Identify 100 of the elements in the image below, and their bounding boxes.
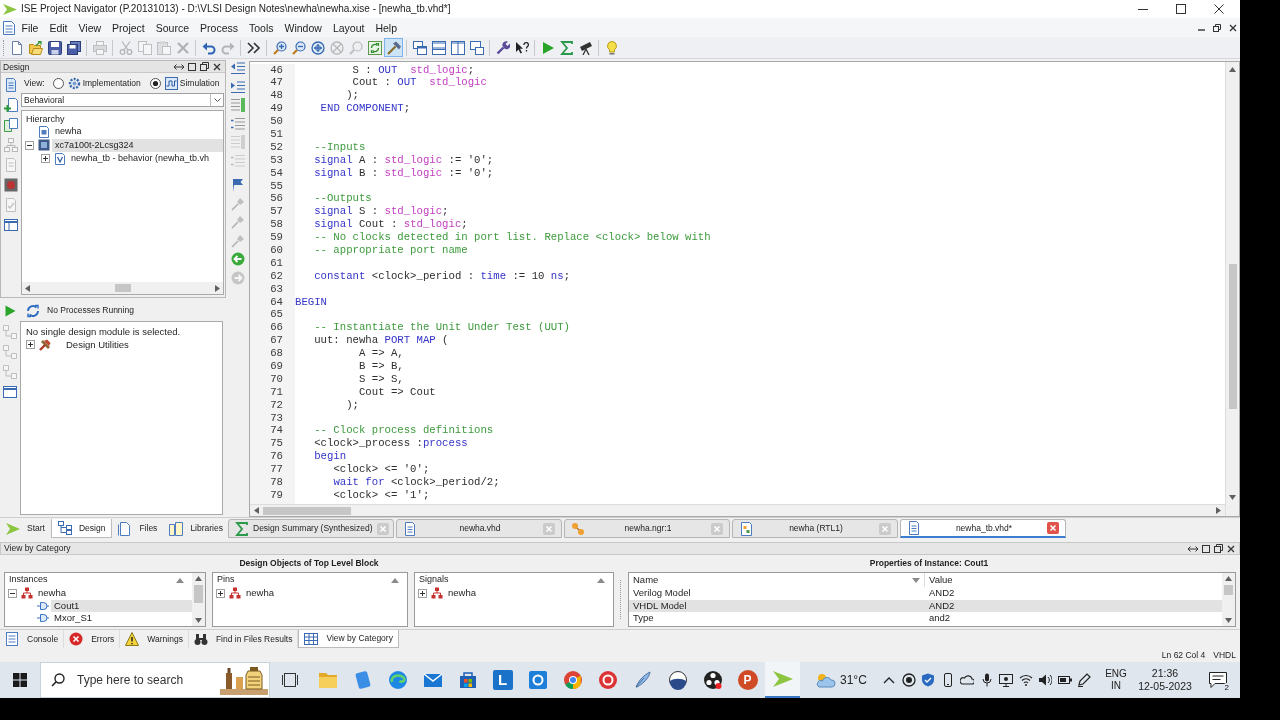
tree-item[interactable]: Mxor_S1	[51, 612, 92, 625]
column-header[interactable]: Signals	[419, 573, 449, 587]
microphone-icon[interactable]	[979, 673, 994, 687]
monitor-icon[interactable]	[999, 673, 1014, 687]
restore-icon[interactable]	[1214, 544, 1223, 553]
column-header[interactable]: Instances	[9, 573, 48, 587]
scroll-thumb[interactable]	[194, 585, 203, 603]
sort-caret-icon[interactable]	[912, 577, 920, 583]
cloud-icon[interactable]	[960, 673, 975, 687]
clock-time[interactable]: 21:36	[1151, 667, 1179, 680]
battery-icon[interactable]	[1057, 673, 1072, 687]
close-icon[interactable]	[213, 62, 221, 71]
window-icon[interactable]	[3, 385, 17, 399]
clock-date[interactable]: 12-05-2023	[1138, 680, 1192, 693]
tab[interactable]: View by Category	[298, 630, 399, 648]
column-header[interactable]: Name	[633, 572, 659, 588]
restore-icon[interactable]	[200, 62, 209, 71]
task-view-icon[interactable]	[282, 673, 298, 687]
resize-arrows-icon[interactable]	[174, 63, 184, 70]
resize-arrows-icon[interactable]	[1188, 545, 1198, 552]
text-lines-icon[interactable]	[230, 98, 245, 112]
scroll-up-icon[interactable]	[1229, 67, 1236, 72]
column-header[interactable]: Value	[929, 572, 953, 588]
scroll-thumb[interactable]	[263, 506, 351, 515]
tree-item[interactable]: Cout1	[51, 599, 192, 612]
tab[interactable]: newha.vhd	[396, 519, 562, 538]
numbered-lines-icon[interactable]	[230, 116, 245, 131]
menu-item[interactable]: Project	[106, 20, 151, 35]
run-icon[interactable]	[4, 304, 16, 317]
menu-item[interactable]: Process	[194, 20, 244, 35]
maximize-icon[interactable]	[1176, 4, 1186, 14]
sort-caret-icon[interactable]	[176, 577, 184, 583]
scroll-up-icon[interactable]	[1225, 576, 1232, 581]
option-label[interactable]: Implementation	[82, 76, 141, 90]
close-icon[interactable]	[1229, 23, 1237, 32]
tree-item[interactable]: newha_tb - behavior (newha_tb.vh	[68, 152, 210, 166]
dot-tile-icon[interactable]	[4, 178, 18, 192]
input-region[interactable]: IN	[1111, 680, 1121, 692]
expand-icon[interactable]	[26, 340, 35, 350]
outdent-icon[interactable]	[230, 61, 245, 75]
tab[interactable]: Console	[0, 630, 65, 648]
maximize-icon[interactable]	[1202, 544, 1210, 553]
close-icon[interactable]	[1214, 4, 1224, 14]
expand-icon[interactable]	[418, 588, 427, 598]
tab[interactable]: Errors	[64, 630, 121, 648]
wifi-icon[interactable]	[1018, 673, 1033, 687]
tab[interactable]: Files	[112, 519, 164, 538]
menu-item[interactable]: Edit	[43, 20, 73, 35]
tab[interactable]: Start	[0, 519, 51, 538]
input-language[interactable]: ENG	[1105, 668, 1127, 680]
scroll-right-icon[interactable]	[1216, 507, 1221, 514]
minimize-icon[interactable]	[1138, 8, 1148, 10]
restore-icon[interactable]	[1213, 23, 1221, 32]
tab[interactable]: newha.ngr:1	[564, 519, 730, 538]
tab[interactable]: newha_tb.vhd*	[900, 519, 1066, 538]
four-squares-icon[interactable]	[13, 673, 27, 687]
pen-icon[interactable]	[1077, 673, 1092, 687]
menu-item[interactable]: Source	[150, 20, 195, 35]
radio-button[interactable]	[149, 77, 161, 89]
tree-item[interactable]: newha	[52, 125, 82, 139]
indent-icon[interactable]	[230, 79, 245, 94]
scroll-left-icon[interactable]	[254, 507, 259, 514]
column-header[interactable]: Pins	[217, 573, 235, 587]
window-icon[interactable]	[4, 218, 18, 232]
collapse-icon[interactable]	[8, 588, 17, 598]
shield-icon[interactable]	[921, 673, 936, 687]
scroll-thumb[interactable]	[1224, 585, 1233, 595]
menu-item[interactable]: View	[73, 20, 107, 35]
expand-icon[interactable]	[216, 588, 225, 598]
back-arrow-circle-icon[interactable]	[230, 252, 245, 266]
scroll-right-icon[interactable]	[215, 284, 220, 292]
maximize-icon[interactable]	[188, 62, 196, 71]
weather-temperature[interactable]: 31°C	[840, 671, 867, 689]
copy-document-icon[interactable]	[4, 118, 18, 132]
ring-dot-icon[interactable]	[901, 673, 916, 687]
scroll-up-icon[interactable]	[195, 576, 202, 581]
sun-cloud-icon[interactable]	[814, 672, 836, 688]
taskbar-button[interactable]: L	[485, 662, 520, 698]
scroll-down-icon[interactable]	[1229, 495, 1236, 500]
notification-icon[interactable]	[1209, 672, 1227, 688]
expand-icon[interactable]	[41, 154, 50, 164]
filter-dropdown[interactable]: Behavioral	[21, 93, 224, 107]
collapse-icon[interactable]	[25, 140, 34, 150]
close-icon[interactable]	[1227, 544, 1235, 553]
scroll-down-icon[interactable]	[1225, 618, 1232, 623]
menu-item[interactable]: Layout	[327, 20, 370, 35]
sort-caret-icon[interactable]	[597, 577, 605, 583]
chevron-up-icon[interactable]	[883, 676, 896, 684]
tab[interactable]: newha (RTL1)	[732, 519, 898, 538]
scroll-thumb[interactable]	[115, 284, 131, 292]
tree-item[interactable]: newha	[445, 587, 476, 600]
tab[interactable]: Warnings	[120, 630, 189, 648]
tab[interactable]: Design Summary (Synthesized)	[228, 519, 394, 538]
tab[interactable]: Design	[50, 519, 113, 538]
tree-item[interactable]: xc7a100t-2Lcsg324	[52, 138, 223, 152]
menu-item[interactable]: Window	[279, 20, 328, 35]
scroll-left-icon[interactable]	[25, 284, 30, 292]
tab[interactable]: Libraries	[163, 519, 229, 538]
tree-item[interactable]: Design Utilities	[63, 337, 129, 352]
tree-item[interactable]: newha	[243, 587, 274, 600]
